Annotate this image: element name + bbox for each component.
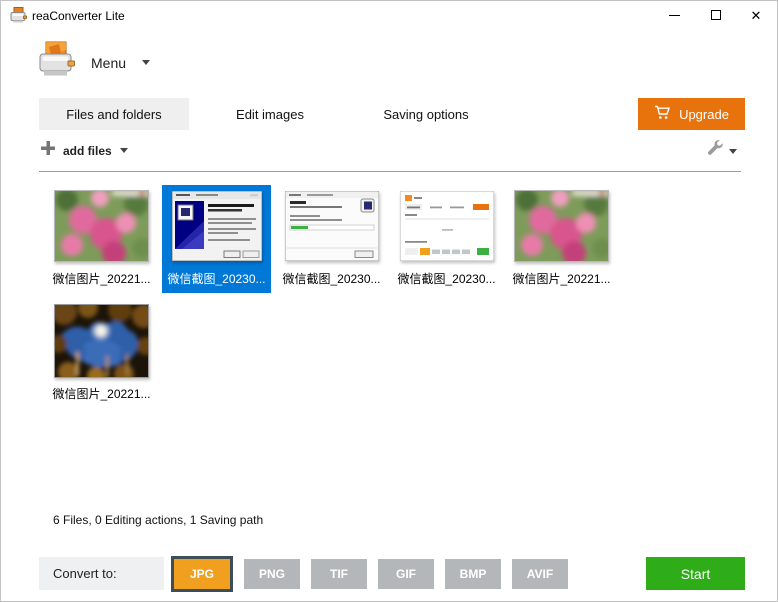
flowers-thumbnail xyxy=(514,185,609,267)
format-bmp-button[interactable]: BMP xyxy=(445,559,501,589)
format-tif-button[interactable]: TIF xyxy=(311,559,367,589)
upgrade-button[interactable]: Upgrade xyxy=(638,98,745,130)
minimize-icon xyxy=(669,15,680,16)
tab-files-and-folders[interactable]: Files and folders xyxy=(39,98,189,130)
file-grid: 微信图片_20221... 微信截图_20230... 微信截图_20230... 微… xyxy=(47,185,627,408)
close-button[interactable]: ✕ xyxy=(739,1,773,29)
file-tile[interactable]: 微信图片_20221... xyxy=(47,185,156,293)
file-tile[interactable]: 微信图片_20221... xyxy=(507,185,616,293)
tabs: Files and foldersEdit imagesSaving optio… xyxy=(39,98,501,130)
format-gif-button[interactable]: GIF xyxy=(378,559,434,589)
plus-icon xyxy=(41,141,55,160)
maximize-button[interactable] xyxy=(699,1,733,29)
add-files-label: add files xyxy=(63,144,112,158)
close-icon: ✕ xyxy=(751,9,762,22)
tab-edit-images[interactable]: Edit images xyxy=(195,98,345,130)
toolbar-divider xyxy=(39,171,741,172)
menu-label: Menu xyxy=(91,55,126,71)
file-tile[interactable]: 微信图片_20221... xyxy=(47,300,156,408)
chevron-down-icon xyxy=(729,149,737,154)
wrench-icon xyxy=(707,140,724,162)
tools-menu-button[interactable] xyxy=(707,140,737,162)
file-tile[interactable]: 微信截图_20230... xyxy=(277,185,386,293)
format-avif-button[interactable]: AVIF xyxy=(512,559,568,589)
file-tile[interactable]: 微信截图_20230... xyxy=(162,185,271,293)
cart-icon xyxy=(654,105,671,123)
file-name: 微信截图_20230... xyxy=(397,270,495,287)
chevron-down-icon xyxy=(142,60,150,65)
window-title: reaConverter Lite xyxy=(32,9,125,23)
app-window: reaConverter Lite ✕ Menu Files and folde… xyxy=(0,0,778,602)
wizard-thumbnail xyxy=(172,185,262,267)
tab-saving-options[interactable]: Saving options xyxy=(351,98,501,130)
chevron-down-icon xyxy=(120,148,128,153)
menu-button[interactable]: Menu xyxy=(31,39,156,86)
file-tile[interactable]: 微信截图_20230... xyxy=(392,185,501,293)
installer-thumbnail xyxy=(285,185,379,267)
upgrade-label: Upgrade xyxy=(679,107,729,122)
file-name: 微信截图_20230... xyxy=(282,270,380,287)
format-jpg-button[interactable]: JPG xyxy=(171,556,233,592)
app-thumbnail xyxy=(400,185,494,267)
format-png-button[interactable]: PNG xyxy=(244,559,300,589)
minimize-button[interactable] xyxy=(657,1,691,29)
status-text: 6 Files, 0 Editing actions, 1 Saving pat… xyxy=(53,513,263,527)
title-bar: reaConverter Lite ✕ xyxy=(1,1,777,31)
printer-icon xyxy=(10,7,27,28)
convert-to-label: Convert to: xyxy=(39,557,164,590)
file-name: 微信图片_20221... xyxy=(512,270,610,287)
flowers-thumbnail xyxy=(54,185,149,267)
night-thumbnail xyxy=(54,300,149,382)
maximize-icon xyxy=(711,10,721,20)
start-button[interactable]: Start xyxy=(646,557,745,590)
file-name: 微信图片_20221... xyxy=(52,270,150,287)
format-buttons: JPG PNG TIF GIF BMP AVIF xyxy=(171,553,568,594)
add-files-button[interactable]: add files xyxy=(41,141,128,160)
file-name: 微信截图_20230... xyxy=(167,270,265,287)
file-name: 微信图片_20221... xyxy=(52,385,150,402)
printer-icon xyxy=(37,41,77,84)
